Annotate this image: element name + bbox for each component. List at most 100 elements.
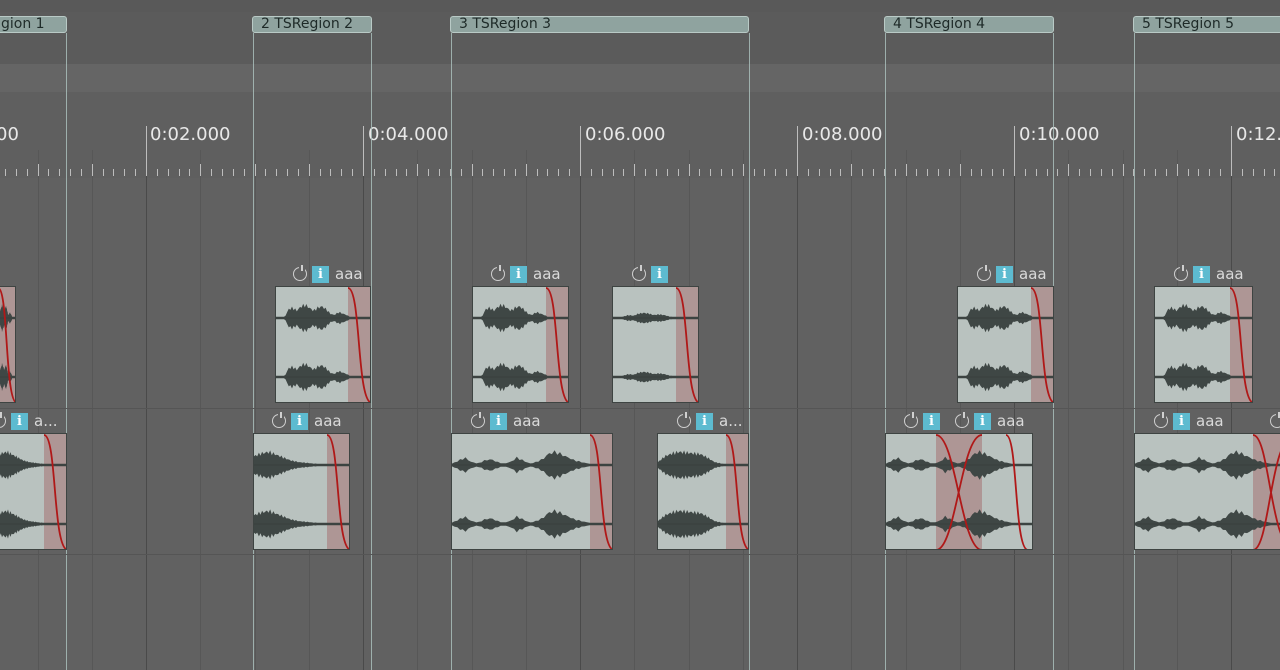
audio-clip[interactable] [885,433,1033,550]
ruler-tick [157,169,158,176]
ruler-tick [1068,164,1069,176]
ruler-tick [808,169,809,176]
ruler-tick [38,164,39,176]
region-tab-3[interactable]: 3 TSRegion 3 [450,16,749,33]
arrange-view[interactable]: 00 0:02.000 0:04.000 0:06.000 0:08.000 0… [0,0,1280,670]
power-icon[interactable] [491,265,505,281]
ruler-tick [927,169,928,176]
ruler-tick [797,126,798,176]
fade-curve [347,287,370,402]
info-icon[interactable]: i [923,412,940,430]
region-tab-2[interactable]: 2 TSRegion 2 [252,16,372,33]
audio-clip[interactable] [1154,286,1253,403]
ruler-tick [678,169,679,176]
power-icon[interactable] [1154,412,1168,428]
waveform [0,434,66,549]
clip-name: a... [34,412,58,430]
track-lanes[interactable] [0,178,1280,670]
ruler-tick [439,169,440,176]
ruler-tick [211,169,212,176]
ruler-tick [732,169,733,176]
fade-curve [589,434,612,549]
clip-name: aaa [314,412,342,430]
info-icon[interactable]: i [1173,412,1190,430]
info-icon[interactable]: i [696,412,713,430]
info-icon[interactable]: i [11,412,28,430]
info-icon[interactable]: i [510,265,527,283]
fade-curve [1252,434,1280,549]
ruler-label: 0:08.000 [802,124,883,145]
power-icon[interactable] [1270,412,1280,428]
ruler-tick [743,164,744,176]
ruler-tick [472,164,473,176]
ruler-tick [1253,169,1254,176]
waveform [958,287,1053,402]
grid-line [689,150,690,670]
grid-line [526,150,527,670]
audio-clip[interactable] [472,286,569,403]
fade-curve [545,287,568,402]
ruler-tick [385,169,386,176]
grid-line [417,150,418,670]
ruler-tick [5,169,6,176]
ruler-label: 0:02.000 [150,124,231,145]
audio-clip[interactable] [0,286,16,403]
audio-clip[interactable] [1134,433,1280,550]
info-icon[interactable]: i [490,412,507,430]
ruler-tick [1112,169,1113,176]
info-icon[interactable]: i [291,412,308,430]
top-band [0,0,1280,12]
ruler-tick [906,164,907,176]
info-icon[interactable]: i [1193,265,1210,283]
info-icon[interactable]: i [651,265,668,283]
ruler-label: 0:12.000 [1236,124,1280,145]
audio-clip[interactable] [275,286,371,403]
ruler-tick [1198,169,1199,176]
power-icon[interactable] [272,412,286,428]
ruler-tick [233,169,234,176]
ruler-tick [1123,164,1124,176]
audio-clip[interactable] [0,433,67,550]
power-icon[interactable] [904,412,918,428]
waveform [473,287,568,402]
region-tab-5[interactable]: 5 TSRegion 5 [1133,16,1280,33]
ruler-tick [645,169,646,176]
audio-clip[interactable] [253,433,350,550]
ruler-tick [1220,169,1221,176]
ruler-tick [92,164,93,176]
power-icon[interactable] [471,412,485,428]
audio-clip[interactable] [957,286,1054,403]
ruler-tick [949,169,950,176]
info-icon[interactable]: i [996,265,1013,283]
ruler-tick [851,164,852,176]
ruler-tick [537,169,538,176]
ruler-tick [255,164,256,176]
ruler-tick [363,126,364,176]
info-icon[interactable]: i [974,412,991,430]
clip-name: aaa [1019,265,1047,283]
ruler-tick [1166,169,1167,176]
audio-clip[interactable] [451,433,613,550]
ruler-tick [613,169,614,176]
marker-lane[interactable] [0,64,1280,92]
power-icon[interactable] [955,412,969,428]
ruler-tick [27,169,28,176]
power-icon[interactable] [632,265,646,281]
info-icon[interactable]: i [312,265,329,283]
clip-name: aaa [533,265,561,283]
ruler-tick [124,169,125,176]
power-icon[interactable] [677,412,691,428]
ruler-tick [341,169,342,176]
region-tab-1[interactable]: gion 1 [0,16,67,33]
power-icon[interactable] [977,265,991,281]
ruler-label: 0:06.000 [585,124,666,145]
ruler-tick [482,169,483,176]
region-tab-4[interactable]: 4 TSRegion 4 [884,16,1054,33]
audio-clip[interactable] [657,433,749,550]
power-icon[interactable] [293,265,307,281]
audio-clip[interactable] [612,286,699,403]
power-icon[interactable] [0,412,6,428]
ruler-tick [840,169,841,176]
waveform [0,288,15,402]
power-icon[interactable] [1174,265,1188,281]
